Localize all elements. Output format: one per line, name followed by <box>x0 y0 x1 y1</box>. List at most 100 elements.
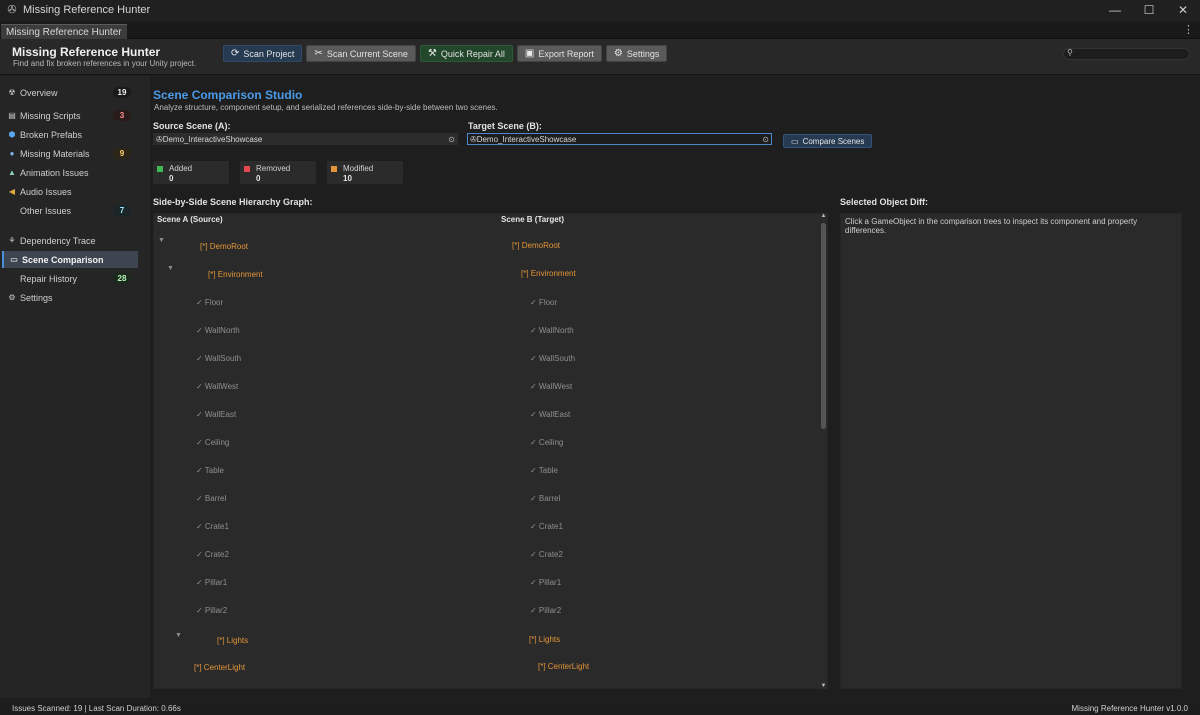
tree-node-b[interactable]: ✓ WallWest <box>530 382 572 391</box>
scrollbar-thumb[interactable] <box>821 223 826 429</box>
sidebar-item-animation-issues[interactable]: ▲ Animation Issues <box>2 164 138 181</box>
scroll-down-icon[interactable]: ▼ <box>820 683 827 689</box>
sidebar-item-label: Dependency Trace <box>20 235 96 246</box>
scan-project-label: Scan Project <box>243 48 295 59</box>
target-scene-label: Target Scene (B): <box>468 121 542 131</box>
tree-node-a[interactable]: ✓ WallSouth <box>196 354 241 363</box>
tab-missing-reference-hunter[interactable]: Missing Reference Hunter <box>1 24 127 39</box>
tree-node-b[interactable]: ✓ WallSouth <box>530 354 575 363</box>
tree-node-a[interactable]: [*] DemoRoot <box>200 242 248 251</box>
tree-node-b[interactable]: [*] DemoRoot <box>512 241 560 250</box>
expand-arrow-icon[interactable]: ▼ <box>167 265 174 272</box>
selected-object-diff-panel: Click a GameObject in the comparison tre… <box>840 213 1182 689</box>
material-icon: ● <box>9 149 15 158</box>
graph-scrollbar[interactable]: ▲ ▼ <box>820 213 827 689</box>
stat-label: Added <box>169 164 193 173</box>
sidebar-item-dependency-trace[interactable]: ⚘ Dependency Trace <box>2 232 138 249</box>
app-subtitle: Find and fix broken references in your U… <box>13 59 197 68</box>
gear-icon: ⚙ <box>8 293 16 302</box>
tree-node-a[interactable]: [*] CenterLight <box>194 663 245 672</box>
tree-node-b[interactable]: [*] Environment <box>521 269 576 278</box>
sidebar-item-scene-comparison[interactable]: ▭ Scene Comparison <box>2 251 138 268</box>
added-indicator-icon <box>157 166 163 172</box>
tree-node-b[interactable]: ✓ Table <box>530 466 558 475</box>
tree-node-a[interactable]: ✓ Pillar1 <box>196 578 227 587</box>
graph-section-label: Side-by-Side Scene Hierarchy Graph: <box>153 197 313 207</box>
scan-project-button[interactable]: ⟳ Scan Project <box>223 45 303 62</box>
sidebar-item-broken-prefabs[interactable]: ⬢ Broken Prefabs <box>2 126 138 143</box>
minimize-icon[interactable]: — <box>1098 0 1132 20</box>
tree-node-b[interactable]: [*] CenterLight <box>538 662 589 671</box>
export-report-button[interactable]: ▣ Export Report <box>516 45 602 62</box>
editor-tab-strip: Missing Reference Hunter ⋮ <box>0 22 1200 39</box>
stat-label: Removed <box>256 164 291 173</box>
sidebar-item-label: Repair History <box>20 273 78 284</box>
tree-node-a[interactable]: [*] Environment <box>208 270 263 279</box>
object-picker-icon[interactable]: ⊙ <box>762 134 769 145</box>
tree-node-a[interactable]: ✓ Floor <box>196 298 223 307</box>
tree-node-a[interactable]: ✓ Barrel <box>196 494 226 503</box>
page-subtitle: Analyze structure, component setup, and … <box>154 103 498 112</box>
tree-node-a[interactable]: ✓ Crate1 <box>196 522 229 531</box>
status-text: Issues Scanned: 19 | Last Scan Duration:… <box>12 704 181 713</box>
sidebar-item-settings[interactable]: ⚙ Settings <box>2 289 138 306</box>
diff-section-label: Selected Object Diff: <box>840 197 929 207</box>
sidebar-item-overview[interactable]: ☢ Overview 19 <box>2 84 138 101</box>
tree-node-b[interactable]: ✓ Barrel <box>530 494 560 503</box>
sidebar-item-repair-history[interactable]: Repair History 28 <box>2 270 138 287</box>
source-scene-field[interactable]: ✇Demo_InteractiveShowcase ⊙ <box>153 133 458 145</box>
close-icon[interactable]: ✕ <box>1166 0 1200 20</box>
hierarchy-graph[interactable]: Scene A (Source) Scene B (Target) [*] De… <box>153 213 828 689</box>
count-badge: 7 <box>113 205 131 216</box>
search-input[interactable]: ⚲ <box>1063 48 1190 60</box>
expand-arrow-icon[interactable]: ▼ <box>158 237 165 244</box>
sidebar-item-missing-scripts[interactable]: ▤ Missing Scripts 3 <box>2 107 138 124</box>
sidebar-item-label: Other Issues <box>20 205 72 216</box>
gear-icon: ⚙ <box>613 48 623 59</box>
scroll-up-icon[interactable]: ▲ <box>820 213 827 219</box>
stat-modified: Modified 10 <box>327 161 403 184</box>
tree-node-b[interactable]: [*] Lights <box>529 635 560 644</box>
search-icon: ⚲ <box>1067 48 1073 57</box>
tree-node-a[interactable]: ✓ WallEast <box>196 410 236 419</box>
expand-arrow-icon[interactable]: ▼ <box>175 632 182 639</box>
tree-node-b[interactable]: ✓ Crate2 <box>530 550 563 559</box>
quick-repair-all-button[interactable]: ⚒ Quick Repair All <box>419 45 513 62</box>
sidebar-item-label: Settings <box>20 292 53 303</box>
tree-node-b[interactable]: ✓ Crate1 <box>530 522 563 531</box>
tree-node-a[interactable]: ✓ WallWest <box>196 382 238 391</box>
modified-indicator-icon <box>331 166 337 172</box>
app-header: Missing Reference Hunter Find and fix br… <box>0 39 1200 75</box>
tree-node-a[interactable]: ✓ Table <box>196 466 224 475</box>
main-toolbar: ⟳ Scan Project ✂ Scan Current Scene ⚒ Qu… <box>223 45 668 62</box>
tree-node-b[interactable]: ✓ WallNorth <box>530 326 574 335</box>
tree-node-b[interactable]: ✓ Floor <box>530 298 557 307</box>
scan-current-scene-button[interactable]: ✂ Scan Current Scene <box>306 45 416 62</box>
settings-label: Settings <box>626 48 660 59</box>
tree-node-a[interactable]: ✓ Ceiling <box>196 438 229 447</box>
target-scene-field[interactable]: ✇Demo_InteractiveShowcase ⊙ <box>467 133 772 145</box>
sidebar-item-audio-issues[interactable]: ◀ Audio Issues <box>2 183 138 200</box>
tree-node-b[interactable]: ✓ Pillar2 <box>530 606 561 615</box>
script-icon: ▤ <box>8 111 16 120</box>
tools-icon: ✂ <box>314 48 323 59</box>
tree-node-a[interactable]: [*] Lights <box>217 636 248 645</box>
tree-node-a[interactable]: ✓ Crate2 <box>196 550 229 559</box>
object-picker-icon[interactable]: ⊙ <box>448 134 455 145</box>
settings-button[interactable]: ⚙ Settings <box>605 45 668 62</box>
maximize-icon[interactable]: ☐ <box>1132 0 1166 20</box>
window-controls: — ☐ ✕ <box>1098 0 1200 20</box>
status-bar: Issues Scanned: 19 | Last Scan Duration:… <box>0 702 1200 715</box>
scene-b-header: Scene B (Target) <box>501 215 564 224</box>
kebab-menu-icon[interactable]: ⋮ <box>1183 23 1194 36</box>
sidebar-item-missing-materials[interactable]: ● Missing Materials 9 <box>2 145 138 162</box>
compare-scenes-button[interactable]: ▭ Compare Scenes <box>783 134 873 148</box>
tree-node-b[interactable]: ✓ Ceiling <box>530 438 563 447</box>
tree-node-a[interactable]: ✓ Pillar2 <box>196 606 227 615</box>
tree-node-b[interactable]: ✓ Pillar1 <box>530 578 561 587</box>
tree-node-a[interactable]: ✓ WallNorth <box>196 326 240 335</box>
source-scene-label: Source Scene (A): <box>153 121 231 131</box>
sidebar-item-other-issues[interactable]: Other Issues 7 <box>2 202 138 219</box>
count-badge: 3 <box>113 110 131 121</box>
tree-node-b[interactable]: ✓ WallEast <box>530 410 570 419</box>
